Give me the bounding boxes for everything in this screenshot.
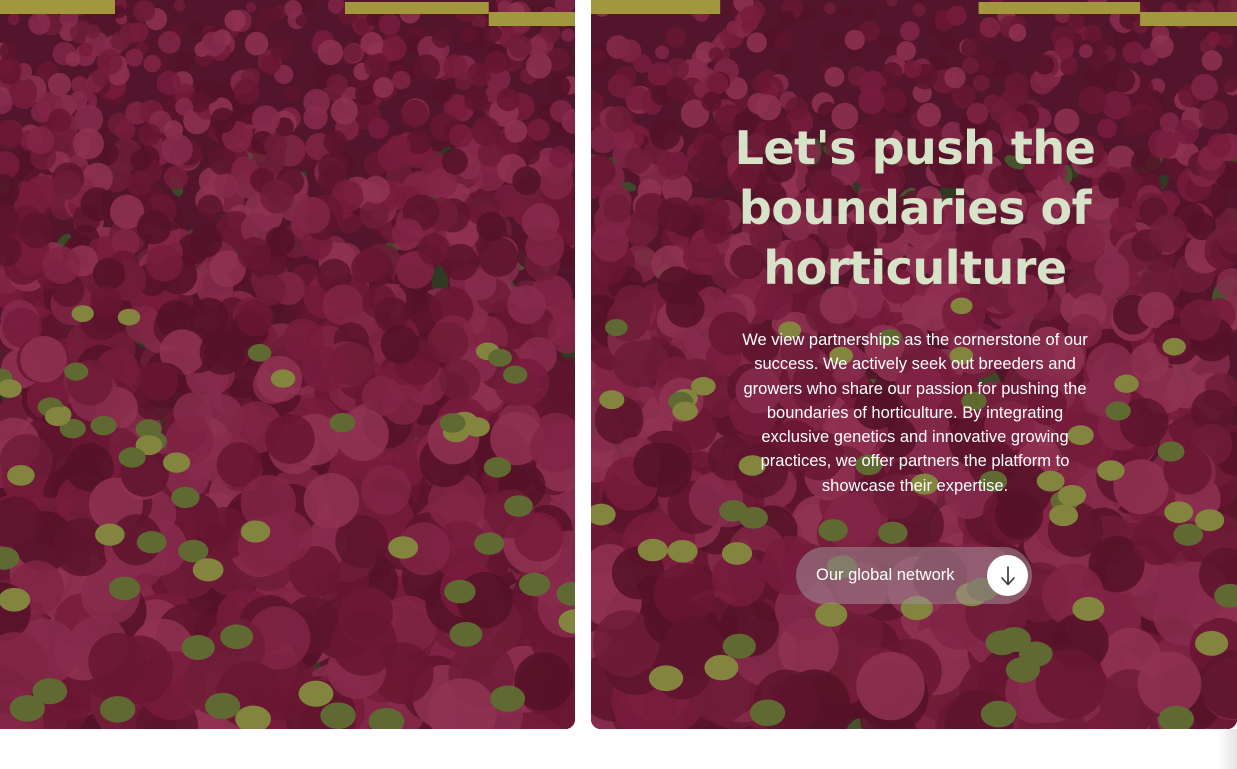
hero-description: We view partnerships as the cornerstone …	[742, 331, 1088, 495]
hero-title: Let's push the boundaries of horticultur…	[734, 121, 1096, 295]
global-network-label: Our global network	[816, 566, 955, 584]
hero-panel: Let's push the boundaries of horticultur…	[591, 0, 1237, 729]
global-network-button[interactable]: Our global network	[796, 547, 1032, 604]
hydrangea-photo-left	[0, 0, 575, 729]
hero-content: Let's push the boundaries of horticultur…	[711, 118, 1119, 498]
image-overlay	[0, 0, 575, 729]
scroll-edge-shadow	[1217, 729, 1237, 769]
arrow-down-icon	[987, 555, 1028, 596]
page: Let's push the boundaries of horticultur…	[0, 0, 1237, 769]
